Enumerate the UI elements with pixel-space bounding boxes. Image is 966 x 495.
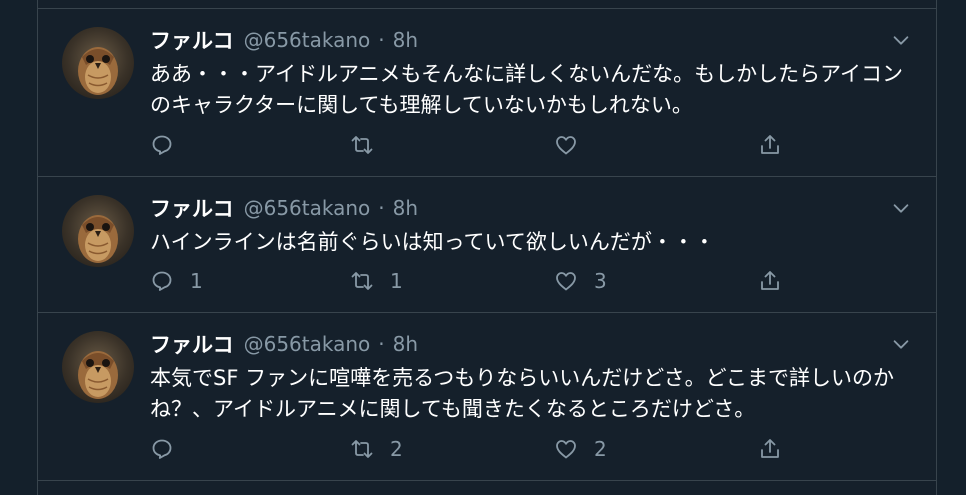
tweet[interactable]: ファルコ @656takano · 8h 本気でSF ファンに喧嘩を売るつもりな… (38, 313, 936, 481)
separator-dot: · (378, 332, 385, 356)
heart-icon (556, 272, 576, 291)
tweet-menu-button[interactable] (890, 29, 912, 51)
tweet-header: ファルコ @656takano · 8h (150, 329, 418, 359)
user-handle[interactable]: @656takano (244, 332, 371, 356)
reply-icon (152, 271, 172, 291)
reply-count: 1 (190, 269, 203, 293)
tweet-menu-button[interactable] (890, 197, 912, 219)
display-name[interactable]: ファルコ (150, 25, 234, 55)
owl-avatar-icon (78, 47, 118, 95)
avatar[interactable] (62, 331, 134, 403)
reply-button[interactable] (150, 433, 190, 465)
share-icon (761, 439, 779, 458)
reply-icon (152, 135, 172, 155)
reply-icon (152, 439, 172, 459)
chevron-down-icon (893, 36, 909, 45)
tweet-header: ファルコ @656takano · 8h (150, 193, 418, 223)
separator-dot: · (378, 28, 385, 52)
retweet-icon (351, 440, 373, 458)
tweet-actions: 1 1 3 (150, 265, 810, 297)
reply-button[interactable]: 1 (150, 265, 203, 297)
retweet-icon (351, 136, 373, 154)
tweet-timestamp[interactable]: 8h (393, 196, 418, 220)
share-button[interactable] (758, 265, 782, 297)
chevron-down-icon (893, 204, 909, 213)
like-button[interactable] (554, 129, 594, 161)
share-button[interactable] (758, 433, 782, 465)
heart-icon (556, 440, 576, 459)
tweet-timestamp[interactable]: 8h (393, 332, 418, 356)
share-button[interactable] (758, 129, 782, 161)
share-icon (761, 135, 779, 154)
user-handle[interactable]: @656takano (244, 196, 371, 220)
display-name[interactable]: ファルコ (150, 193, 234, 223)
heart-icon (556, 136, 576, 155)
chevron-down-icon (893, 340, 909, 349)
retweet-button[interactable] (350, 129, 390, 161)
tweet-text: 本気でSF ファンに喧嘩を売るつもりならいいんだけどさ。どこまで詳しいのかね？、… (150, 366, 894, 421)
owl-avatar-icon (78, 351, 118, 399)
tweet-actions (150, 129, 810, 161)
tweet-header: ファルコ @656takano · 8h (150, 25, 418, 55)
retweet-button[interactable]: 1 (350, 265, 403, 297)
owl-avatar-icon (78, 215, 118, 263)
retweet-button[interactable]: 2 (350, 433, 403, 465)
share-icon (761, 271, 779, 290)
reply-button[interactable] (150, 129, 190, 161)
retweet-count: 1 (390, 269, 403, 293)
tweet-menu-button[interactable] (890, 333, 912, 355)
tweet-text: ああ・・・アイドルアニメもそんなに詳しくないんだな。もしかしたらアイコンのキャラ… (150, 62, 904, 117)
timeline-column: ファルコ @656takano · 8h ああ・・・アイドルアニメもそんなに詳し… (37, 0, 937, 495)
retweet-count: 2 (390, 437, 403, 461)
tweet[interactable]: ファルコ @656takano · 8h ハインラインは名前ぐらいは知っていて欲… (38, 177, 936, 313)
avatar[interactable] (62, 27, 134, 99)
user-handle[interactable]: @656takano (244, 28, 371, 52)
display-name[interactable]: ファルコ (150, 329, 234, 359)
tweet-timestamp[interactable]: 8h (393, 28, 418, 52)
like-count: 2 (594, 437, 607, 461)
tweet-actions: 2 2 (150, 433, 810, 465)
like-count: 3 (594, 269, 607, 293)
separator-dot: · (378, 196, 385, 220)
tweet-text: ハインラインは名前ぐらいは知っていて欲しいんだが・・・ (150, 230, 715, 254)
like-button[interactable]: 3 (554, 265, 607, 297)
tweet[interactable]: ファルコ @656takano · 8h ああ・・・アイドルアニメもそんなに詳し… (38, 9, 936, 177)
avatar[interactable] (62, 195, 134, 267)
like-button[interactable]: 2 (554, 433, 607, 465)
retweet-icon (351, 272, 373, 290)
